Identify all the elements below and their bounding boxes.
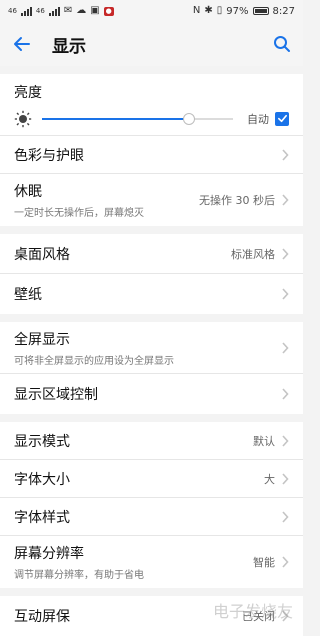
row-home-style[interactable]: 桌面风格 标准风格: [0, 234, 303, 274]
row-sleep[interactable]: 休眠 一定时长无操作后，屏幕熄灭 无操作 30 秒后: [0, 174, 303, 226]
row-sub: 调节屏幕分辨率，有助于省电: [14, 570, 144, 581]
battery-percent: 97%: [226, 5, 249, 17]
section-fullscreen: 全屏显示 可将非全屏显示的应用设为全屏显示 显示区域控制: [0, 322, 303, 414]
cloud-icon: ☁: [76, 5, 87, 16]
chevron-right-icon: [282, 388, 289, 400]
auto-brightness-label: 自动: [247, 112, 269, 126]
row-value: 无操作 30 秒后: [199, 194, 275, 207]
app-header: 显示: [0, 22, 303, 66]
brightness-slider[interactable]: [42, 111, 233, 127]
chevron-right-icon: [282, 288, 289, 300]
row-label: 全屏显示: [14, 331, 70, 348]
back-arrow-icon[interactable]: [12, 34, 32, 54]
chevron-right-icon: [282, 434, 289, 447]
row-font-style[interactable]: 字体样式: [0, 498, 303, 536]
row-sub: 可将非全屏显示的应用设为全屏显示: [14, 355, 174, 367]
clock-time: 8:27: [272, 5, 295, 17]
row-label: 字体大小: [14, 471, 70, 488]
wechat-icon: ✉: [63, 5, 73, 16]
status-bar-right: N ✱ ▯ 97% 8:27: [193, 6, 295, 17]
row-font-size[interactable]: 字体大小 大: [0, 460, 303, 498]
row-label: 色彩与护眼: [14, 147, 84, 164]
chevron-right-icon: [282, 556, 289, 568]
row-sub: 一定时长无操作后，屏幕熄灭: [14, 208, 144, 219]
signal-icon: [20, 6, 32, 16]
row-label: 壁纸: [14, 287, 42, 303]
network-type-1: 46: [8, 6, 17, 15]
chevron-right-icon: [282, 148, 289, 161]
row-value: 智能: [253, 556, 275, 569]
image-icon: ▣: [90, 5, 100, 16]
network-type-2: 46: [35, 6, 45, 15]
brightness-sun-icon: [14, 110, 32, 127]
page-title: 显示: [52, 36, 86, 57]
row-fullscreen-display[interactable]: 全屏显示 可将非全屏显示的应用设为全屏显示: [0, 322, 303, 374]
section-text-display: 显示模式 默认 字体大小 大 字体样式 屏幕分辨率 调节屏幕分辨率，有助于省电 …: [0, 422, 303, 588]
signal-icon: [48, 6, 60, 16]
row-value: 标准风格: [231, 247, 275, 261]
row-display-mode[interactable]: 显示模式 默认: [0, 422, 303, 460]
auto-brightness-checkbox[interactable]: [275, 111, 289, 126]
row-label: 休眠: [14, 184, 42, 200]
chevron-right-icon: [282, 472, 289, 485]
row-screen-resolution[interactable]: 屏幕分辨率 调节屏幕分辨率，有助于省电 智能: [0, 536, 303, 588]
row-label: 互动屏保: [14, 609, 70, 625]
row-wallpaper[interactable]: 壁纸: [0, 274, 303, 314]
chevron-right-icon: [282, 247, 289, 260]
row-label: 屏幕分辨率: [14, 546, 84, 562]
chevron-right-icon: [282, 341, 289, 354]
status-bar: 46 46 ✉ ☁ ▣ ● N ✱ ▯ 97% 8:27: [0, 0, 303, 22]
row-color-eye-care[interactable]: 色彩与护眼: [0, 136, 303, 174]
chevron-right-icon: [282, 194, 289, 206]
nfc-icon: N: [192, 5, 201, 16]
battery-icon: [252, 7, 269, 15]
bluetooth-icon: ✱: [204, 5, 213, 16]
row-label: 显示区域控制: [14, 387, 98, 403]
row-value: 大: [264, 472, 275, 486]
chevron-right-icon: [282, 510, 289, 523]
check-icon: [277, 114, 287, 123]
slider-thumb[interactable]: [183, 112, 196, 125]
app-notification-icon: ●: [103, 6, 114, 16]
slider-fill: [42, 117, 190, 120]
watermark-text: 电子发烧友: [212, 602, 293, 621]
row-label: 桌面风格: [14, 246, 70, 263]
row-label: 字体样式: [14, 509, 70, 526]
brightness-label: 亮度: [14, 84, 42, 101]
vibrate-icon: ▯: [216, 5, 223, 16]
row-label: 显示模式: [14, 433, 70, 450]
row-display-area-control[interactable]: 显示区域控制: [0, 374, 303, 414]
row-value: 默认: [253, 434, 275, 448]
search-icon[interactable]: [273, 35, 291, 53]
section-display-basic: 亮度 自动 色彩与护眼 休眠 一定时长无操作后，屏幕熄灭 无操作 30 秒后: [0, 74, 303, 226]
section-theme: 桌面风格 标准风格 壁纸: [0, 234, 303, 314]
brightness-row: 亮度 自动: [0, 74, 303, 136]
status-bar-left: 46 46 ✉ ☁ ▣ ●: [8, 6, 114, 16]
